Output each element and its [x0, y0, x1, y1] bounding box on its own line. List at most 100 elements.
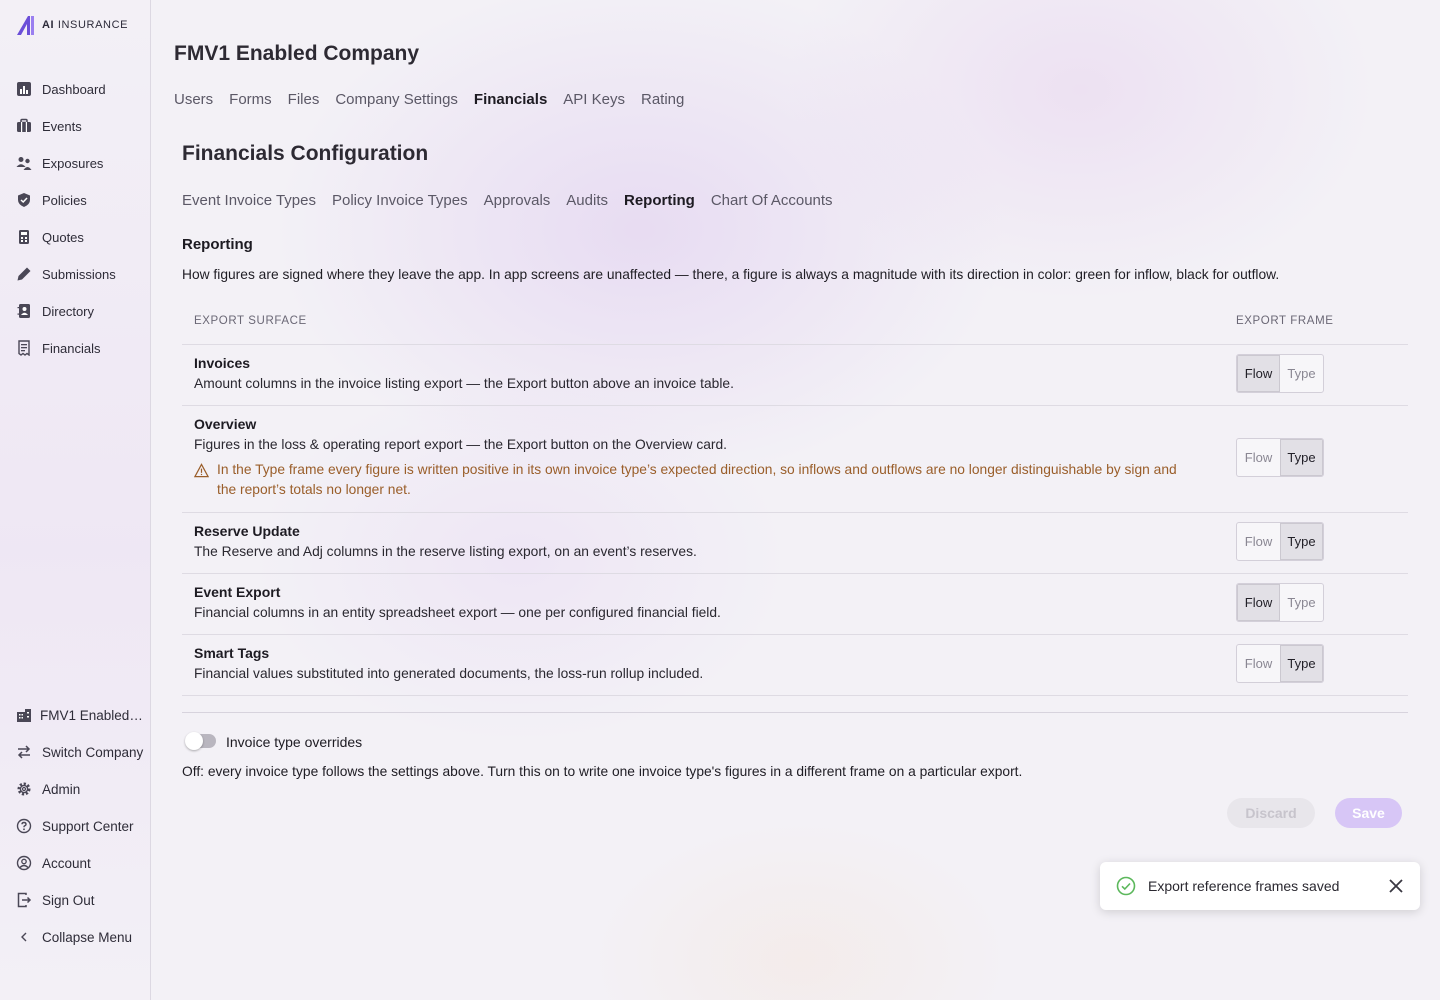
sidebar-item-events[interactable]: Events [16, 115, 82, 137]
gear-icon [17, 782, 31, 796]
frame-option-type[interactable]: Type [1280, 439, 1323, 476]
frame-option-type[interactable]: Type [1280, 584, 1323, 621]
sidebar-item-collapse-menu[interactable]: Collapse Menu [16, 926, 132, 948]
frame-toggle: Flow Type [1236, 354, 1324, 393]
tab-users[interactable]: Users [174, 91, 213, 108]
sidebar-item-label: Collapse Menu [42, 929, 133, 945]
row-description: Figures in the loss & operating report e… [194, 437, 727, 452]
discard-button[interactable]: Discard [1227, 798, 1315, 828]
sidebar-item-support-center[interactable]: Support Center [16, 815, 134, 837]
frame-option-type[interactable]: Type [1280, 645, 1323, 682]
frame-option-type[interactable]: Type [1280, 355, 1323, 392]
sidebar-item-exposures[interactable]: Exposures [16, 152, 103, 174]
frame-option-flow[interactable]: Flow [1237, 355, 1280, 392]
chevron-left-icon [21, 932, 27, 942]
tab-api-keys[interactable]: API Keys [563, 91, 625, 108]
row-description: Amount columns in the invoice listing ex… [194, 376, 734, 391]
frame-option-flow[interactable]: Flow [1237, 439, 1280, 476]
sidebar-item-dashboard[interactable]: Dashboard [16, 78, 106, 100]
frame-option-flow[interactable]: Flow [1237, 523, 1280, 560]
sidebar-item-label: Submissions [42, 266, 116, 282]
user-circle-icon [16, 855, 32, 871]
shield-icon [18, 193, 30, 207]
help-icon [16, 818, 32, 834]
frame-toggle: Flow Type [1236, 644, 1324, 683]
sidebar-item-company[interactable]: FMV1 Enabled Company [16, 704, 146, 726]
toast-message: Export reference frames saved [1148, 878, 1340, 894]
column-header-frame: EXPORT FRAME [1236, 315, 1334, 327]
sidebar-item-label: Account [42, 855, 91, 871]
frame-toggle: Flow Type [1236, 522, 1324, 561]
sidebar-item-sign-out[interactable]: Sign Out [16, 889, 95, 911]
toast-notification: Export reference frames saved [1100, 862, 1420, 910]
warning-text: In the Type frame every figure is writte… [217, 462, 1177, 497]
table-row: Smart Tags Financial values substituted … [182, 635, 1408, 696]
frame-option-type[interactable]: Type [1280, 523, 1323, 560]
row-name: Overview [194, 416, 257, 432]
column-header-surface: EXPORT SURFACE [194, 315, 307, 327]
tab-financials[interactable]: Financials [474, 91, 547, 108]
sidebar-item-label: Financials [42, 340, 101, 356]
sidebar-item-label: Dashboard [42, 81, 106, 97]
sidebar-item-label: Directory [42, 303, 95, 319]
subtab-event-invoice-types[interactable]: Event Invoice Types [182, 192, 316, 209]
contact-book-icon [17, 304, 30, 318]
sidebar: AI INSURANCE Dashboard Events Exposures … [0, 0, 151, 1000]
sign-out-icon [17, 892, 32, 908]
tab-company-settings[interactable]: Company Settings [335, 91, 458, 108]
warning-message: In the Type frame every figure is writte… [194, 460, 1194, 500]
close-icon[interactable] [1388, 878, 1404, 894]
frame-toggle: Flow Type [1236, 583, 1324, 622]
logo-mark-icon [17, 16, 34, 35]
row-description: Financial columns in an entity spreadshe… [194, 605, 721, 620]
pen-icon [17, 267, 31, 281]
overrides-label: Invoice type overrides [226, 734, 363, 750]
sidebar-item-label: Events [42, 118, 82, 134]
row-name: Invoices [194, 355, 251, 371]
sidebar-item-label: Admin [42, 781, 81, 797]
sidebar-item-policies[interactable]: Policies [16, 189, 87, 211]
reporting-description: How figures are signed where they leave … [182, 267, 1280, 282]
section-title: Financials Configuration [182, 142, 429, 165]
sidebar-item-label: Exposures [42, 155, 104, 171]
frame-option-flow[interactable]: Flow [1237, 584, 1280, 621]
row-name: Reserve Update [194, 523, 300, 539]
tab-forms[interactable]: Forms [229, 91, 272, 108]
overrides-toggle[interactable] [185, 732, 216, 750]
section-divider [182, 712, 1408, 713]
tab-rating[interactable]: Rating [641, 91, 684, 108]
subtab-reporting[interactable]: Reporting [624, 192, 695, 209]
subtab-chart-of-accounts[interactable]: Chart Of Accounts [711, 192, 833, 209]
table-row: Invoices Amount columns in the invoice l… [182, 345, 1408, 406]
sidebar-item-admin[interactable]: Admin [16, 778, 80, 800]
sidebar-item-financials[interactable]: Financials [16, 337, 101, 359]
table-row: Reserve Update The Reserve and Adj colum… [182, 513, 1408, 574]
frame-toggle: Flow Type [1236, 438, 1324, 477]
subtab-policy-invoice-types[interactable]: Policy Invoice Types [332, 192, 468, 209]
table-row: Overview Figures in the loss & operating… [182, 406, 1408, 513]
sidebar-item-label: FMV1 Enabled Company [40, 707, 146, 723]
sidebar-item-switch-company[interactable]: Switch Company [16, 741, 143, 763]
sidebar-item-label: Support Center [42, 818, 134, 834]
sidebar-item-label: Sign Out [42, 892, 95, 908]
tab-files[interactable]: Files [288, 91, 320, 108]
frame-option-flow[interactable]: Flow [1237, 645, 1280, 682]
sidebar-item-quotes[interactable]: Quotes [16, 226, 84, 248]
subtab-audits[interactable]: Audits [566, 192, 608, 209]
row-name: Event Export [194, 584, 281, 600]
subtab-approvals[interactable]: Approvals [484, 192, 551, 209]
top-tabs: Users Forms Files Company Settings Finan… [174, 91, 684, 108]
save-button[interactable]: Save [1335, 798, 1402, 828]
table-row: Event Export Financial columns in an ent… [182, 574, 1408, 635]
reporting-heading: Reporting [182, 236, 253, 253]
sidebar-item-submissions[interactable]: Submissions [16, 263, 116, 285]
sidebar-item-account[interactable]: Account [16, 852, 91, 874]
brand-logo[interactable]: AI INSURANCE [16, 14, 128, 36]
row-name: Smart Tags [194, 645, 270, 661]
sidebar-item-directory[interactable]: Directory [16, 300, 94, 322]
row-description: The Reserve and Adj columns in the reser… [194, 544, 697, 559]
swap-icon [17, 745, 31, 759]
table-header: EXPORT SURFACE EXPORT FRAME [182, 305, 1408, 345]
check-circle-icon [1116, 876, 1136, 896]
sidebar-item-label: Switch Company [42, 744, 144, 760]
